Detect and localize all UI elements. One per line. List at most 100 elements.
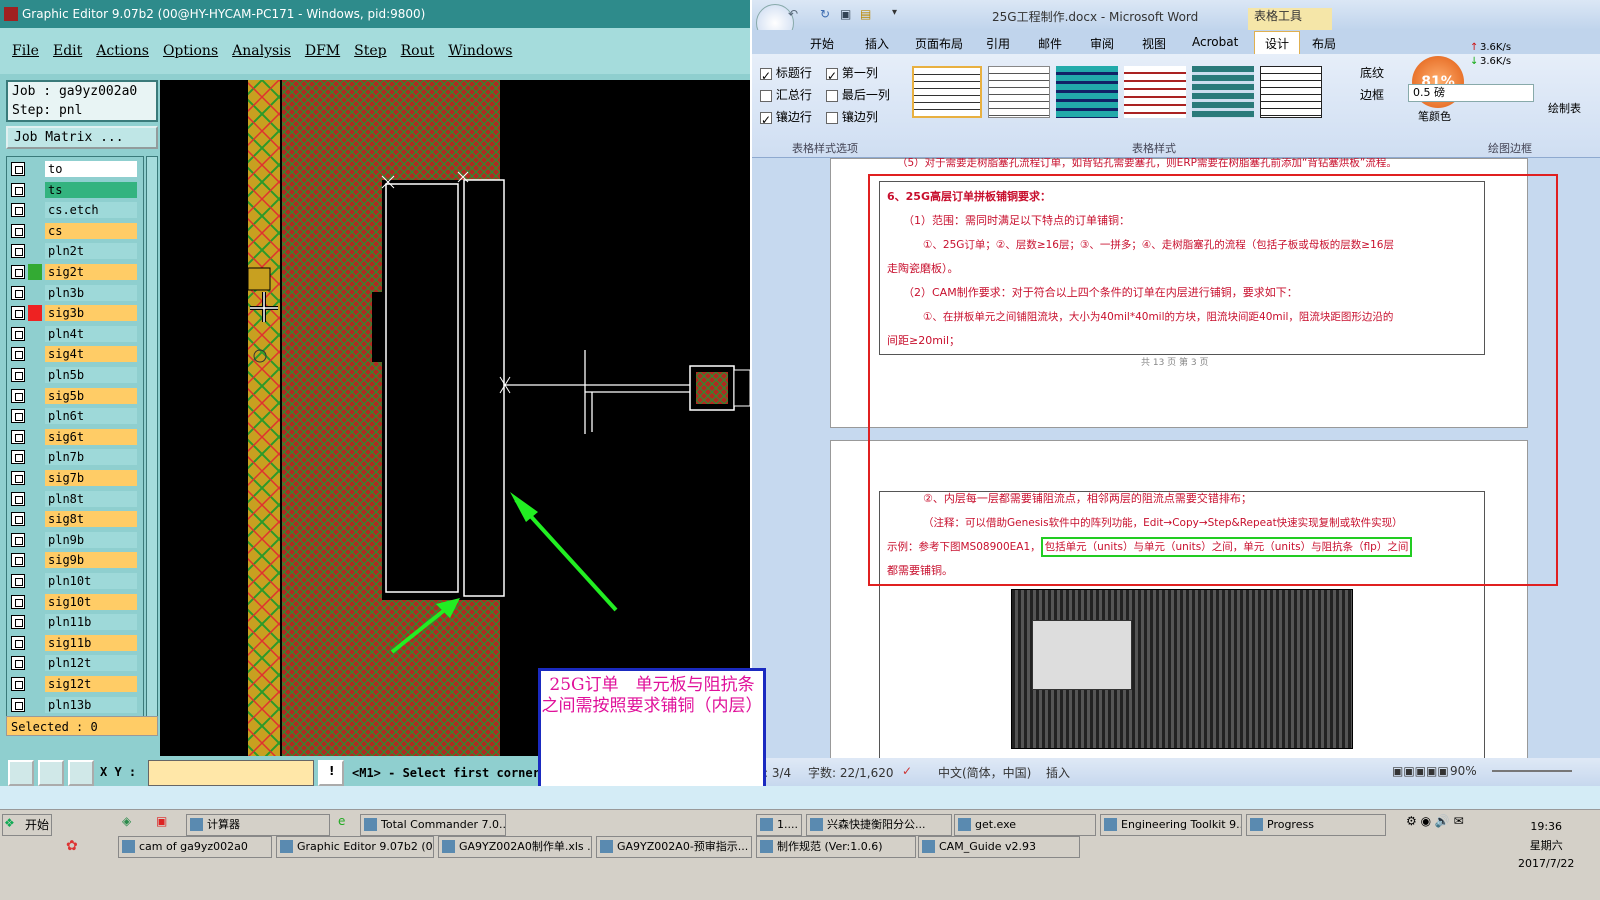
layer-row[interactable]: pln11b — [11, 614, 139, 631]
layer-row[interactable]: to — [11, 161, 139, 177]
task-xls[interactable]: GA9YZ002A0制作单.xls ... — [438, 836, 592, 858]
shading-button[interactable]: 底纹 — [1360, 64, 1384, 81]
ie-icon[interactable]: e — [338, 814, 345, 828]
layer-checkbox[interactable] — [11, 182, 25, 197]
layer-name[interactable]: sig4t — [45, 346, 137, 363]
layer-name[interactable]: pln9b — [45, 531, 137, 548]
checkbox-last-column[interactable] — [826, 89, 838, 102]
task-total-commander[interactable]: Total Commander 7.0... — [360, 814, 506, 836]
layer-checkbox[interactable] — [11, 203, 25, 218]
table-style-6[interactable] — [1260, 66, 1322, 118]
task-engineering-toolkit[interactable]: Engineering Toolkit 9.... — [1100, 814, 1242, 836]
view-buttons-icon[interactable]: ▣▣▣▣▣ — [1392, 764, 1449, 778]
table-style-2[interactable] — [988, 66, 1050, 118]
layer-color-swatch[interactable] — [28, 449, 42, 465]
status-zoom[interactable]: 90% — [1450, 764, 1477, 778]
pdf-icon[interactable]: ▣ — [156, 814, 167, 828]
task-graphic-editor[interactable]: Graphic Editor 9.07b2 (0... — [276, 836, 434, 858]
layer-name[interactable]: pln13b — [45, 696, 137, 713]
measure-button[interactable] — [38, 760, 64, 786]
layer-color-swatch[interactable] — [28, 388, 42, 404]
layer-color-swatch[interactable] — [28, 285, 42, 301]
layer-checkbox[interactable] — [11, 450, 25, 465]
layer-row[interactable]: pln10t — [11, 573, 139, 589]
menu-windows[interactable]: Windows — [448, 43, 512, 59]
layer-color-swatch[interactable] — [28, 676, 42, 692]
layer-row[interactable]: pln9b — [11, 531, 139, 548]
info-button[interactable]: ! — [318, 760, 344, 786]
layer-row[interactable]: sig5b — [11, 387, 139, 404]
task-progress[interactable]: Progress — [1246, 814, 1386, 836]
layer-color-swatch[interactable] — [28, 429, 42, 445]
layer-row[interactable]: cs.etch — [11, 202, 139, 219]
layer-name[interactable]: pln2t — [45, 243, 137, 260]
layer-color-swatch[interactable] — [28, 202, 42, 218]
layer-row[interactable]: pln5b — [11, 367, 139, 383]
layer-color-swatch[interactable] — [28, 346, 42, 362]
layer-checkbox[interactable] — [11, 409, 25, 424]
menu-dfm[interactable]: DFM — [305, 43, 340, 59]
layer-row[interactable]: sig7b — [11, 470, 139, 486]
layer-checkbox[interactable] — [11, 306, 25, 321]
layer-checkbox[interactable] — [11, 265, 25, 279]
layer-name[interactable]: sig6t — [45, 428, 137, 445]
layer-row[interactable]: ts — [11, 181, 139, 198]
layer-name[interactable]: to — [45, 161, 137, 177]
undo-icon[interactable]: ↶ — [788, 7, 798, 21]
task-spec[interactable]: 制作规范 (Ver:1.0.6) — [756, 836, 916, 858]
layer-color-swatch[interactable] — [28, 408, 42, 424]
task-get-exe[interactable]: get.exe — [954, 814, 1096, 836]
pen-color-button[interactable]: 笔颜色 — [1418, 108, 1451, 124]
layer-color-swatch[interactable] — [28, 594, 42, 610]
tab-insert[interactable]: 插入 — [865, 35, 889, 52]
layer-row[interactable]: sig9b — [11, 552, 139, 569]
layer-color-swatch[interactable] — [28, 635, 42, 651]
layer-checkbox[interactable] — [11, 697, 25, 712]
layer-color-swatch[interactable] — [28, 243, 42, 259]
tab-page-layout[interactable]: 页面布局 — [915, 35, 963, 52]
proofing-icon[interactable]: ✓ — [902, 764, 912, 778]
layer-row[interactable]: sig6t — [11, 428, 139, 445]
graphics-canvas[interactable] — [160, 80, 750, 756]
layer-row[interactable]: sig2t — [11, 264, 139, 280]
table-style-gallery[interactable] — [912, 60, 1332, 128]
layer-checkbox[interactable] — [11, 594, 25, 609]
tab-home[interactable]: 开始 — [810, 35, 834, 52]
open-icon[interactable]: ▤ — [860, 7, 871, 21]
layer-color-swatch[interactable] — [28, 326, 42, 342]
checkbox-header-row[interactable]: ✓ — [760, 67, 772, 83]
layer-name[interactable]: pln10t — [45, 573, 137, 589]
layer-checkbox[interactable] — [11, 553, 25, 568]
layer-row[interactable]: pln8t — [11, 490, 139, 507]
layer-row[interactable]: sig10t — [11, 593, 139, 610]
layer-row[interactable]: sig4t — [11, 346, 139, 363]
layer-name[interactable]: cs — [45, 222, 137, 239]
layer-row[interactable]: sig3b — [11, 305, 139, 322]
task-cam-guide[interactable]: CAM_Guide v2.93 — [918, 836, 1080, 858]
document-area[interactable]: （5）对于需要走树脂塞孔流程订单，如背钻孔需要塞孔，则ERP需要在树脂塞孔前添加… — [752, 158, 1600, 758]
layer-name[interactable]: cs.etch — [45, 202, 137, 219]
layer-checkbox[interactable] — [11, 223, 25, 238]
layer-checkbox[interactable] — [11, 635, 25, 650]
layer-checkbox[interactable] — [11, 574, 25, 588]
layer-name[interactable]: pln7b — [45, 449, 137, 466]
menu-step[interactable]: Step — [354, 43, 386, 59]
status-words[interactable]: 字数: 22/1,620 — [808, 764, 894, 781]
layer-name[interactable]: pln12t — [45, 655, 137, 672]
tab-layout[interactable]: 布局 — [1312, 35, 1336, 52]
layer-row[interactable]: pln3b — [11, 284, 139, 301]
layer-name[interactable]: sig12t — [45, 676, 137, 692]
layer-row[interactable]: pln13b — [11, 696, 139, 713]
zoom-slider[interactable] — [1492, 770, 1572, 772]
flower-icon[interactable]: ✿ — [66, 838, 78, 854]
tab-view[interactable]: 视图 — [1142, 35, 1166, 52]
layer-scrollbar[interactable] — [146, 156, 158, 726]
layer-color-swatch[interactable] — [28, 573, 42, 589]
quicklaunch-icon-1[interactable]: ◈ — [122, 814, 131, 828]
layer-name[interactable]: sig9b — [45, 552, 137, 569]
layer-checkbox[interactable] — [11, 326, 25, 341]
save-icon[interactable]: ▣ — [840, 7, 851, 21]
layer-checkbox[interactable] — [11, 532, 25, 547]
layer-checkbox[interactable] — [11, 429, 25, 444]
layer-checkbox[interactable] — [11, 388, 25, 403]
